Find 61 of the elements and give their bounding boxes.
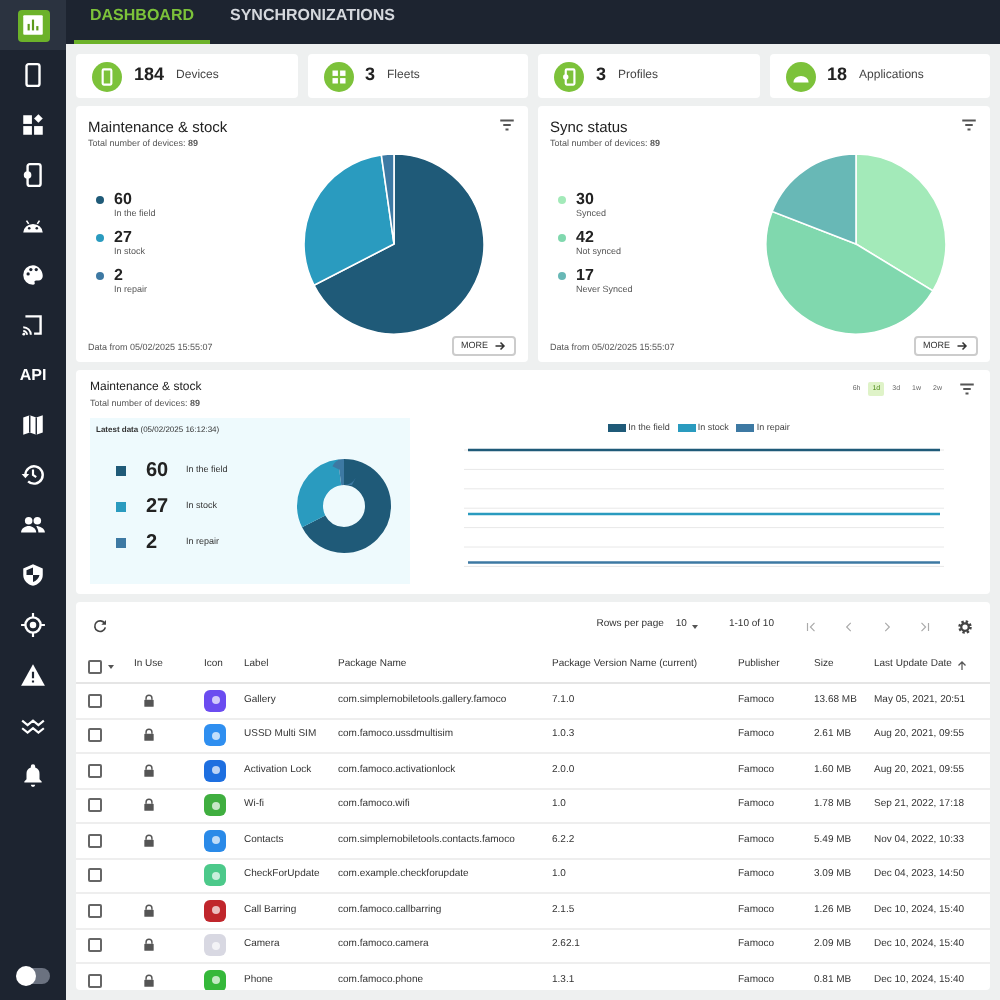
filter-icon[interactable] (498, 116, 516, 134)
row-checkbox[interactable] (88, 833, 102, 848)
legend-value: 30 (576, 190, 596, 209)
row-checkbox[interactable] (88, 798, 102, 813)
warning-icon[interactable] (17, 659, 49, 691)
phone-icon (92, 61, 122, 91)
legend-swatch (736, 424, 755, 433)
stat-count: 3 (596, 62, 607, 89)
app-icon (204, 864, 226, 887)
sidebar-link[interactable]: API (19, 363, 47, 387)
app-icon (204, 829, 226, 852)
legend-value: 2 (114, 265, 125, 284)
toggle-switch[interactable] (17, 968, 49, 984)
grid-icon (323, 61, 353, 91)
phone-settings-icon (554, 61, 584, 91)
legend-value: 17 (576, 265, 596, 284)
history-icon[interactable] (17, 459, 49, 491)
settings-icon[interactable] (956, 617, 974, 635)
app-icon (204, 899, 226, 922)
app-icon (204, 759, 226, 782)
refresh-icon[interactable] (92, 618, 108, 634)
select-all-checkbox[interactable] (88, 659, 102, 673)
app-icon (204, 689, 226, 712)
target-icon[interactable] (17, 609, 49, 641)
legend-value: 27 (146, 493, 171, 522)
arrow-icon (494, 340, 506, 352)
legend-swatch (677, 424, 696, 433)
caret-icon (690, 621, 701, 631)
filter-icon[interactable] (960, 116, 978, 134)
row-checkbox[interactable] (88, 693, 102, 708)
palette-icon[interactable] (17, 259, 49, 291)
sort-arrow-icon[interactable] (955, 660, 968, 672)
stat-count: 3 (365, 62, 376, 89)
row-checkbox[interactable] (88, 973, 102, 988)
android-icon (785, 61, 815, 91)
caret-icon[interactable] (106, 661, 116, 671)
legend-value: 60 (146, 457, 171, 486)
tab[interactable]: SYNCHRONIZATIONS (214, 0, 412, 44)
legend-swatch (608, 424, 627, 433)
app-icon (204, 934, 226, 957)
row-checkbox[interactable] (88, 903, 102, 918)
row-checkbox[interactable] (88, 868, 102, 883)
app-icon (204, 724, 226, 747)
bar-chart-icon[interactable] (17, 9, 49, 41)
filter-icon[interactable] (958, 380, 976, 398)
shield-icon[interactable] (17, 559, 49, 591)
map-icon[interactable] (17, 409, 49, 441)
row-checkbox[interactable] (88, 938, 102, 953)
legend-value: 42 (576, 228, 596, 247)
row-checkbox[interactable] (88, 728, 102, 743)
row-checkbox[interactable] (88, 763, 102, 778)
stat-count: 184 (134, 62, 165, 89)
tab[interactable]: DASHBOARD (74, 0, 210, 44)
app-icon (204, 794, 226, 817)
stat-count: 18 (827, 62, 848, 89)
arrow-icon (956, 340, 968, 352)
legend-value: 27 (114, 228, 134, 247)
legend-value: 2 (146, 529, 160, 558)
legend-value: 60 (114, 190, 134, 209)
widgets-icon[interactable] (17, 109, 49, 141)
donut-chart (296, 458, 392, 555)
